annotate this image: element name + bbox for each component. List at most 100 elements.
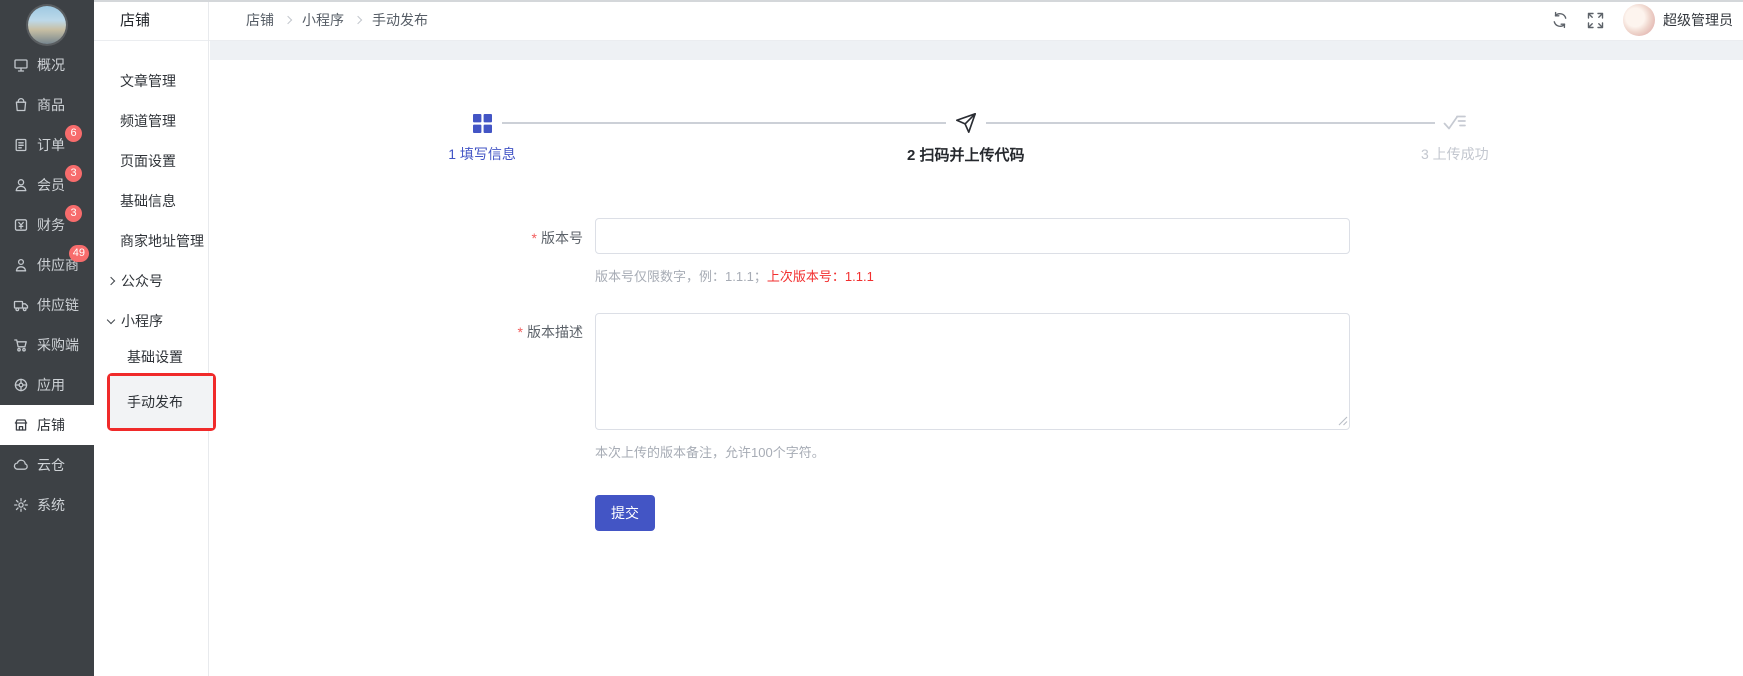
- truck-icon: [13, 297, 29, 313]
- submenu-item-label: 商家地址管理: [120, 231, 204, 251]
- sidebar-item-label: 会员: [37, 175, 65, 195]
- sidebar-item-shop[interactable]: 店铺: [0, 405, 94, 445]
- submenu-item-channel-management[interactable]: 频道管理: [94, 101, 208, 141]
- chevron-right-icon: [107, 277, 115, 285]
- submenu-item-page-settings[interactable]: 页面设置: [94, 141, 208, 181]
- topbar: 店铺 小程序 手动发布 超级管理员: [209, 0, 1743, 41]
- user-avatar: [1623, 4, 1655, 36]
- sidebar-item-apps[interactable]: 应用: [0, 365, 94, 405]
- description-field-row: *版本描述 本次上传的版本备注，允许100个字符。: [210, 313, 1743, 461]
- chevron-right-icon: [284, 16, 292, 24]
- description-label: *版本描述: [210, 313, 583, 461]
- sidebar-item-label: 店铺: [37, 415, 65, 435]
- sidebar-item-label: 应用: [37, 375, 65, 395]
- notification-badge: 6: [65, 125, 82, 142]
- supplier-icon: [13, 257, 29, 273]
- user-name: 超级管理员: [1663, 10, 1733, 30]
- shop-icon: [13, 417, 29, 433]
- sidebar-item-cloud-warehouse[interactable]: 云仓: [0, 445, 94, 485]
- version-field: 版本号仅限数字，例：1.1.1；上次版本号：1.1.1: [595, 218, 1350, 285]
- fullscreen-icon[interactable]: [1587, 11, 1605, 29]
- window-top-border: [94, 0, 1743, 2]
- submenu-item-label: 公众号: [121, 271, 163, 291]
- description-textarea-wrap: [595, 313, 1350, 430]
- version-field-row: *版本号 版本号仅限数字，例：1.1.1；上次版本号：1.1.1: [210, 218, 1743, 285]
- sidebar-item-goods[interactable]: 商品: [0, 85, 94, 125]
- chevron-down-icon: [107, 315, 115, 323]
- description-label-text: 版本描述: [527, 324, 583, 340]
- version-label: *版本号: [210, 218, 583, 285]
- resize-handle-icon[interactable]: [1338, 416, 1348, 426]
- logo-wrap: [0, 0, 94, 45]
- monitor-icon: [13, 57, 29, 73]
- sidebar-item-members[interactable]: 会员3: [0, 165, 94, 205]
- step-label: 1 填写信息: [448, 144, 516, 164]
- version-help: 版本号仅限数字，例：1.1.1；上次版本号：1.1.1: [595, 266, 1350, 285]
- submenu-item-label: 页面设置: [120, 151, 176, 171]
- step-2-icon: [955, 112, 977, 134]
- breadcrumb-item[interactable]: 店铺: [246, 10, 274, 30]
- breadcrumb-item[interactable]: 小程序: [302, 10, 344, 30]
- step-label: 2 扫码并上传代码: [907, 144, 1025, 165]
- submenu-item-manual-release[interactable]: 手动发布: [110, 376, 213, 428]
- main-content: 1 填写信息2 扫码并上传代码3 上传成功 *版本号 版本号仅限数字，例：1.1…: [210, 41, 1743, 676]
- submenu-item-label: 基础设置: [127, 347, 183, 367]
- sidebar-item-orders[interactable]: 订单6: [0, 125, 94, 165]
- version-input[interactable]: [595, 218, 1350, 254]
- secondary-sidebar: 店铺 文章管理频道管理页面设置基础信息商家地址管理公众号小程序基础设置手动发布: [94, 0, 209, 676]
- submenu-item-basic-info[interactable]: 基础信息: [94, 181, 208, 221]
- submenu-item-label: 文章管理: [120, 71, 176, 91]
- secondary-sidebar-title: 店铺: [94, 0, 208, 41]
- step-3: 3 上传成功: [1295, 112, 1615, 164]
- release-form: *版本号 版本号仅限数字，例：1.1.1；上次版本号：1.1.1 *版本描述: [210, 218, 1743, 531]
- order-icon: [13, 137, 29, 153]
- cart-icon: [13, 337, 29, 353]
- submenu-item-merchant-address[interactable]: 商家地址管理: [94, 221, 208, 261]
- submenu-item-article-management[interactable]: 文章管理: [94, 61, 208, 101]
- version-label-text: 版本号: [541, 230, 583, 246]
- step-1: 1 填写信息: [322, 112, 642, 164]
- submenu-item-basic-settings[interactable]: 基础设置: [94, 341, 208, 373]
- breadcrumb-item[interactable]: 手动发布: [372, 10, 428, 30]
- submenu-item-official-account[interactable]: 公众号: [94, 261, 208, 301]
- finance-icon: [13, 217, 29, 233]
- refresh-icon[interactable]: [1551, 11, 1569, 29]
- sidebar-item-overview[interactable]: 概况: [0, 45, 94, 85]
- member-icon: [13, 177, 29, 193]
- sidebar-item-label: 采购端: [37, 335, 79, 355]
- primary-sidebar: 概况商品订单6会员3财务3供应商49供应链采购端应用店铺云仓系统: [0, 0, 94, 676]
- description-textarea[interactable]: [595, 313, 1350, 430]
- bag-icon: [13, 97, 29, 113]
- submenu-item-label: 小程序: [121, 311, 163, 331]
- sidebar-item-label: 概况: [37, 55, 65, 75]
- cloud-icon: [13, 457, 29, 473]
- secondary-menu: 文章管理频道管理页面设置基础信息商家地址管理公众号小程序基础设置手动发布: [94, 41, 208, 431]
- wheel-icon: [13, 377, 29, 393]
- notification-badge: 3: [65, 165, 82, 182]
- gear-icon: [13, 497, 29, 513]
- store-logo-avatar[interactable]: [28, 6, 66, 44]
- version-help-red: 上次版本号：1.1.1: [767, 269, 874, 284]
- content-card: 1 填写信息2 扫码并上传代码3 上传成功 *版本号 版本号仅限数字，例：1.1…: [210, 60, 1743, 676]
- submenu-item-mini-program[interactable]: 小程序: [94, 301, 208, 341]
- annotation-highlight-box: 手动发布: [107, 373, 216, 431]
- sidebar-item-label: 订单: [37, 135, 65, 155]
- sidebar-item-finance[interactable]: 财务3: [0, 205, 94, 245]
- required-mark: *: [518, 324, 523, 340]
- step-label: 3 上传成功: [1421, 144, 1489, 164]
- version-help-gray: 版本号仅限数字，例：1.1.1；: [595, 269, 767, 284]
- step-3-icon: [1442, 112, 1468, 134]
- topbar-actions: 超级管理员: [1551, 4, 1733, 36]
- main-nav: 概况商品订单6会员3财务3供应商49供应链采购端应用店铺云仓系统: [0, 45, 94, 525]
- submit-button[interactable]: 提交: [595, 495, 655, 531]
- sidebar-item-label: 供应链: [37, 295, 79, 315]
- breadcrumb: 店铺 小程序 手动发布: [246, 10, 428, 30]
- sidebar-item-procurement[interactable]: 采购端: [0, 325, 94, 365]
- description-field: 本次上传的版本备注，允许100个字符。: [595, 313, 1350, 461]
- sidebar-item-system[interactable]: 系统: [0, 485, 94, 525]
- sidebar-item-supply-chain[interactable]: 供应链: [0, 285, 94, 325]
- notification-badge: 3: [65, 205, 82, 222]
- user-menu[interactable]: 超级管理员: [1623, 4, 1733, 36]
- submenu-item-label: 基础信息: [120, 191, 176, 211]
- sidebar-item-suppliers[interactable]: 供应商49: [0, 245, 94, 285]
